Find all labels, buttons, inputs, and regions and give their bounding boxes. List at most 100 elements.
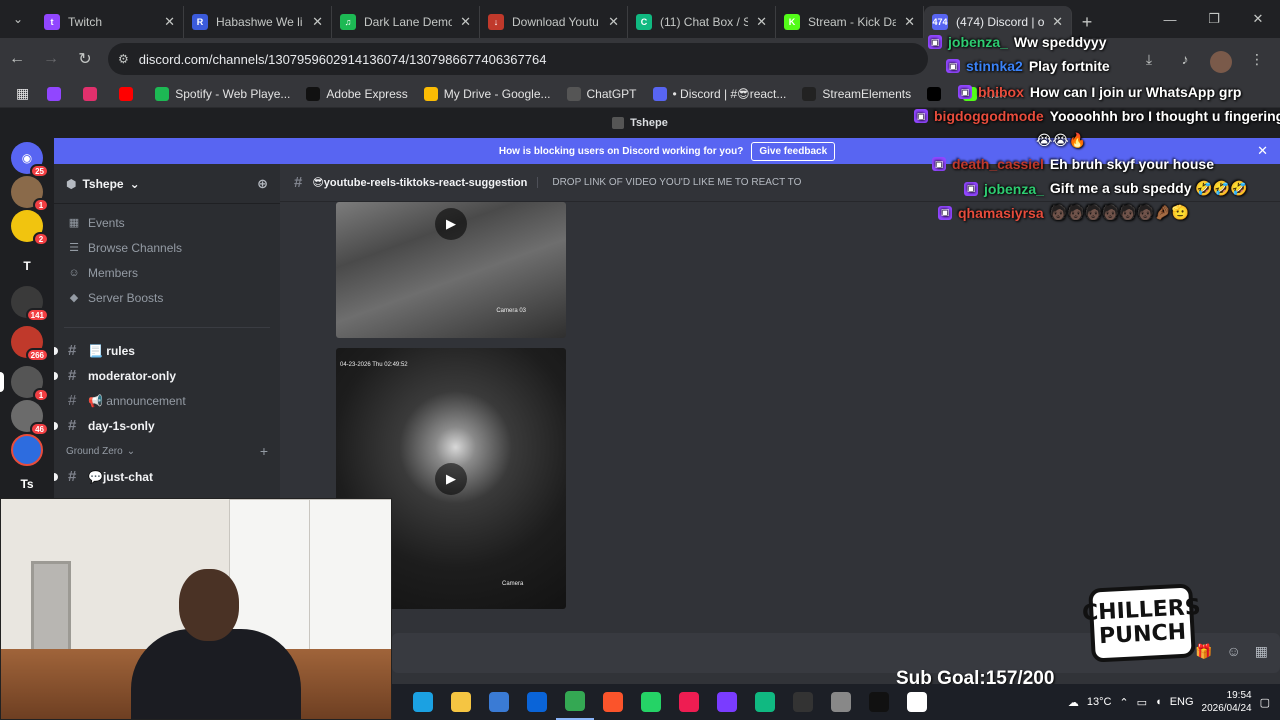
browser-tab[interactable]: C (11) Chat Box / S ✕	[628, 6, 776, 38]
profile-avatar[interactable]	[1206, 42, 1236, 76]
edge-icon[interactable]	[404, 684, 442, 720]
server-avatar[interactable]: 2	[11, 210, 49, 246]
browser-tab[interactable]: ♫ Dark Lane Demo ✕	[332, 6, 480, 38]
chevron-down-icon: ⌄	[129, 176, 140, 191]
close-tab-icon[interactable]: ✕	[164, 14, 175, 30]
network-icon[interactable]: ▭	[1137, 696, 1147, 709]
tab-title: Download Youtu	[512, 15, 599, 29]
close-tab-icon[interactable]: ✕	[756, 14, 767, 30]
adobe-icon	[306, 86, 321, 101]
minimize-icon[interactable]: —	[1148, 0, 1192, 38]
invite-people-icon[interactable]: ⊕	[257, 176, 268, 192]
browser-tab[interactable]: ↓ Download Youtu ✕	[480, 6, 628, 38]
weather-temp[interactable]: 13°C	[1087, 696, 1112, 708]
chrome-icon[interactable]	[556, 684, 594, 720]
server-avatar[interactable]: 1	[11, 176, 49, 212]
give-feedback-button[interactable]: Give feedback	[751, 141, 836, 161]
close-tab-icon[interactable]: ✕	[904, 14, 915, 30]
weather-icon[interactable]: ☁	[1068, 696, 1079, 709]
maximize-icon[interactable]: ❐	[1192, 0, 1236, 38]
tiktok-icon[interactable]	[670, 684, 708, 720]
download-icon[interactable]: ⤓	[1134, 42, 1164, 76]
file-explorer-icon[interactable]	[442, 684, 480, 720]
tool-icon[interactable]	[822, 684, 860, 720]
terminal-icon[interactable]	[860, 684, 898, 720]
gift-icon[interactable]: 🎁	[1195, 643, 1212, 660]
category-header[interactable]: Ground Zero ⌄ +	[54, 438, 280, 464]
server-avatar[interactable]: 46	[11, 400, 49, 436]
close-window-icon[interactable]: ✕	[1236, 0, 1280, 38]
apps-icon[interactable]: ▦	[8, 85, 37, 102]
bookmark[interactable]	[111, 86, 147, 101]
bookmark[interactable]: ChatGPT	[559, 86, 645, 101]
server-header[interactable]: ⬢ Tshepe ⌄ ⊕	[54, 164, 280, 204]
browser-tab[interactable]: R Habashwe We li ✕	[184, 6, 332, 38]
bookmark[interactable]: Adobe Express	[298, 86, 415, 101]
bookmark[interactable]: My Drive - Google...	[416, 86, 559, 101]
clipchamp-icon[interactable]	[708, 684, 746, 720]
language-indicator[interactable]: ENG	[1170, 696, 1194, 708]
store-icon[interactable]	[480, 684, 518, 720]
chillers-punch-logo: CHILLERS PUNCH	[1081, 583, 1201, 663]
play-icon[interactable]: ▶	[435, 462, 467, 495]
emoji-icon[interactable]: ☺	[1226, 643, 1240, 660]
bookmark[interactable]	[75, 86, 111, 101]
tray-chevron-icon[interactable]: ⌃	[1119, 696, 1128, 709]
channel-item[interactable]: # 💬just-chat	[54, 464, 280, 489]
discord-home-icon[interactable]: ◉ 25	[11, 142, 49, 178]
server-avatar[interactable]	[11, 434, 43, 466]
close-tab-icon[interactable]: ✕	[1052, 14, 1063, 30]
nav-item[interactable]: ▦ Events	[54, 210, 280, 235]
channel-item[interactable]: # 📃 rules	[54, 338, 280, 363]
video-attachment[interactable]: ▶ Camera 03	[336, 202, 566, 338]
play-icon[interactable]: ▶	[435, 208, 467, 240]
bookmark[interactable]: • Discord | #😎react...	[645, 86, 795, 101]
media-icon[interactable]: ♪	[1170, 42, 1200, 76]
volume-icon[interactable]: ◖	[1155, 696, 1162, 708]
bookmark[interactable]	[39, 86, 75, 101]
bookmark[interactable]	[919, 86, 955, 101]
server-avatar[interactable]: 141	[11, 286, 49, 322]
nav-item[interactable]: ☰ Browse Channels	[54, 235, 280, 260]
nav-item[interactable]: ☺ Members	[54, 260, 280, 285]
clock[interactable]: 19:54 2026/04/24	[1202, 689, 1252, 715]
channel-item[interactable]: # day-1s-only	[54, 413, 280, 438]
obs-icon[interactable]	[784, 684, 822, 720]
site-info-icon[interactable]: ⚙	[118, 52, 129, 66]
whatsapp-icon[interactable]	[632, 684, 670, 720]
bookmark[interactable]: StreamElements	[794, 86, 919, 101]
tab-search-icon[interactable]: ⌄	[0, 0, 36, 38]
menu-icon[interactable]: ⋮	[1242, 42, 1272, 76]
browser-tab[interactable]: t Twitch ✕	[36, 6, 184, 38]
chat-app-icon[interactable]	[746, 684, 784, 720]
close-banner-icon[interactable]: ✕	[1257, 143, 1268, 159]
kick-icon: K	[784, 14, 800, 30]
bookmark[interactable]: Spotify - Web Playe...	[147, 86, 298, 101]
channel-item[interactable]: # 📢 announcement	[54, 388, 280, 413]
server-avatar[interactable]: 266	[11, 326, 49, 362]
chat-message: ▣ qhamasiyrsa 🧑🏿🧑🏿🧑🏿🧑🏿🧑🏿🧑🏿🤌🏾🫡	[938, 204, 1189, 221]
brave-icon[interactable]	[594, 684, 632, 720]
selected-server-pill	[0, 372, 4, 392]
capcut-icon[interactable]	[898, 684, 936, 720]
apps-icon[interactable]: ▦	[1255, 643, 1268, 660]
nav-item[interactable]: ◆ Server Boosts	[54, 285, 280, 310]
close-tab-icon[interactable]: ✕	[460, 14, 471, 30]
close-tab-icon[interactable]: ✕	[608, 14, 619, 30]
server-avatar[interactable]: 1	[11, 366, 49, 402]
create-channel-icon[interactable]: +	[260, 443, 268, 459]
r-icon: R	[192, 14, 208, 30]
server-letter-t[interactable]: T	[11, 250, 43, 282]
back-icon[interactable]: ←	[0, 42, 34, 76]
browser-tab[interactable]: K Stream - Kick Da ✕	[776, 6, 924, 38]
close-tab-icon[interactable]: ✕	[312, 14, 323, 30]
streamelements-icon	[802, 86, 817, 101]
channel-item[interactable]: # moderator-only	[54, 363, 280, 388]
address-bar[interactable]: ⚙ discord.com/channels/13079596029141360…	[108, 43, 928, 75]
notification-icon[interactable]: ▢	[1260, 696, 1270, 709]
outlook-icon[interactable]	[518, 684, 556, 720]
chat-username: qhamasiyrsa	[958, 204, 1044, 221]
forward-icon[interactable]: →	[34, 42, 68, 76]
server-letter-ts[interactable]: Ts	[11, 468, 43, 500]
reload-icon[interactable]: ↻	[68, 42, 102, 76]
